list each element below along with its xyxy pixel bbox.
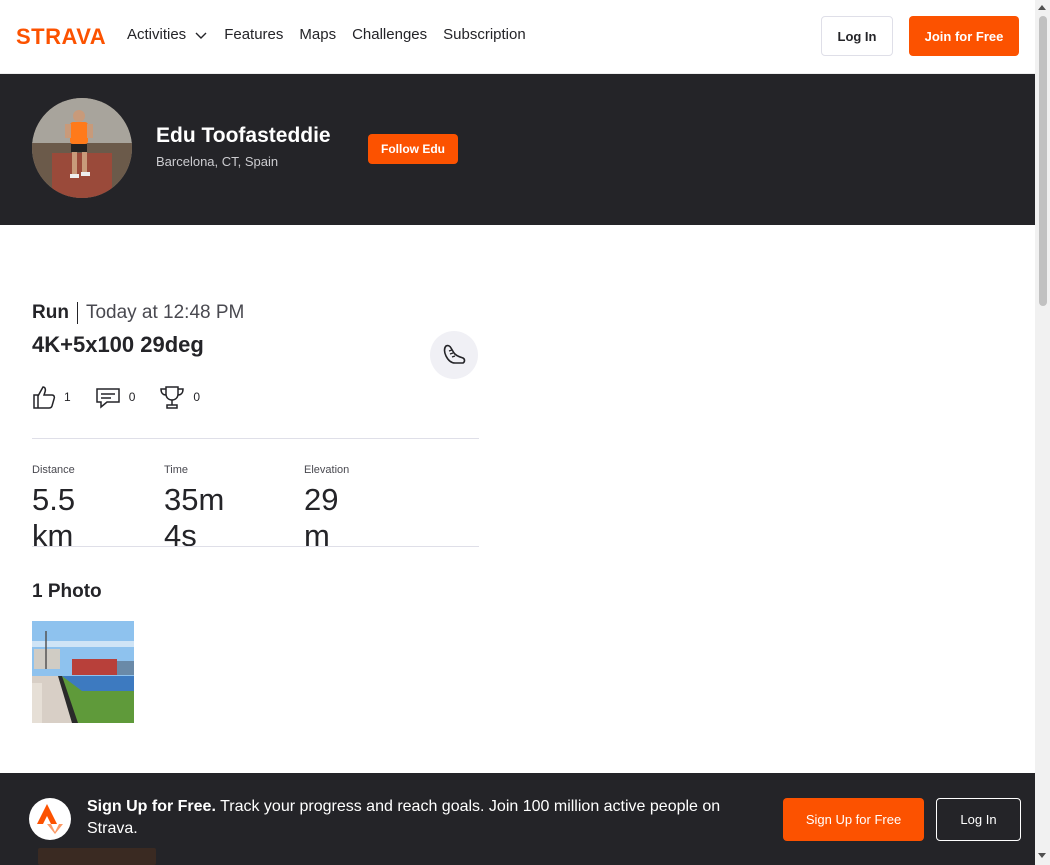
chevron-down-icon xyxy=(195,32,207,39)
thumbs-up-icon xyxy=(33,386,56,409)
trophy-icon xyxy=(160,386,185,409)
scroll-down-arrow-icon[interactable] xyxy=(1038,853,1046,858)
comment-icon xyxy=(95,388,120,409)
activity-title: 4K+5x100 29deg xyxy=(32,332,204,357)
stat-label: Elevation xyxy=(304,464,350,476)
scrollbar[interactable] xyxy=(1035,0,1050,865)
nav-links: Activities Features Maps Challenges Subs… xyxy=(127,26,526,43)
scrollbar-thumb[interactable] xyxy=(1039,16,1047,306)
signup-button[interactable]: Sign Up for Free xyxy=(783,798,924,841)
stat-distance: Distance 5.5 km xyxy=(32,464,75,554)
activity-type: Run xyxy=(32,302,78,324)
nav-features[interactable]: Features xyxy=(224,26,283,43)
partial-button xyxy=(38,848,156,865)
achievements-count: 0 xyxy=(193,390,201,404)
stat-value: 5.5 km xyxy=(32,482,76,553)
stat-elevation: Elevation 29 m xyxy=(304,464,349,554)
stat-label: Distance xyxy=(32,464,75,476)
comments-button[interactable]: 0 xyxy=(95,384,136,410)
kudos-count: 1 xyxy=(64,390,71,404)
follow-button[interactable]: Follow Edu xyxy=(368,134,458,164)
top-navigation: STRAVA Activities Features Maps Challeng… xyxy=(0,0,1035,74)
scroll-up-arrow-icon[interactable] xyxy=(1038,5,1046,10)
nav-activities[interactable]: Activities xyxy=(127,26,208,43)
strava-logo[interactable]: STRAVA xyxy=(16,25,112,46)
stat-value: 35m 4s xyxy=(164,482,225,553)
nav-maps[interactable]: Maps xyxy=(299,26,336,43)
signup-message-bold: Sign Up for Free. xyxy=(87,798,216,815)
stat-time: Time 35m 4s xyxy=(164,464,224,554)
athlete-location: Barcelona, CT, Spain xyxy=(156,154,279,169)
social-bar: 1 0 0 xyxy=(32,384,224,410)
login-button[interactable]: Log In xyxy=(821,16,893,56)
join-button[interactable]: Join for Free xyxy=(909,16,1019,56)
activity-date: Today at 12:48 PM xyxy=(85,302,245,323)
divider xyxy=(32,438,479,439)
comments-count: 0 xyxy=(128,390,136,404)
athlete-name[interactable]: Edu Toofasteddie xyxy=(156,124,331,148)
activity-header: Run Today at 12:48 PM xyxy=(32,302,244,324)
signup-login-button[interactable]: Log In xyxy=(936,798,1021,841)
kudos-button[interactable]: 1 xyxy=(32,384,71,410)
strava-mark-icon xyxy=(29,798,71,840)
photos-title: 1 Photo xyxy=(32,581,102,602)
nav-challenges[interactable]: Challenges xyxy=(352,26,427,43)
stat-label: Time xyxy=(164,464,189,476)
nav-subscription[interactable]: Subscription xyxy=(443,26,526,43)
nav-activities-label: Activities xyxy=(127,26,187,43)
avatar[interactable] xyxy=(32,98,132,198)
running-shoe-icon xyxy=(430,331,478,379)
stat-value: 29 m xyxy=(304,482,339,553)
achievements-button[interactable]: 0 xyxy=(159,384,200,410)
signup-message: Sign Up for Free. Track your progress an… xyxy=(87,796,757,840)
divider xyxy=(32,546,479,547)
svg-text:STRAVA: STRAVA xyxy=(16,25,106,46)
activity-photo[interactable] xyxy=(32,621,134,723)
athlete-banner: Edu Toofasteddie Barcelona, CT, Spain Fo… xyxy=(0,74,1035,225)
